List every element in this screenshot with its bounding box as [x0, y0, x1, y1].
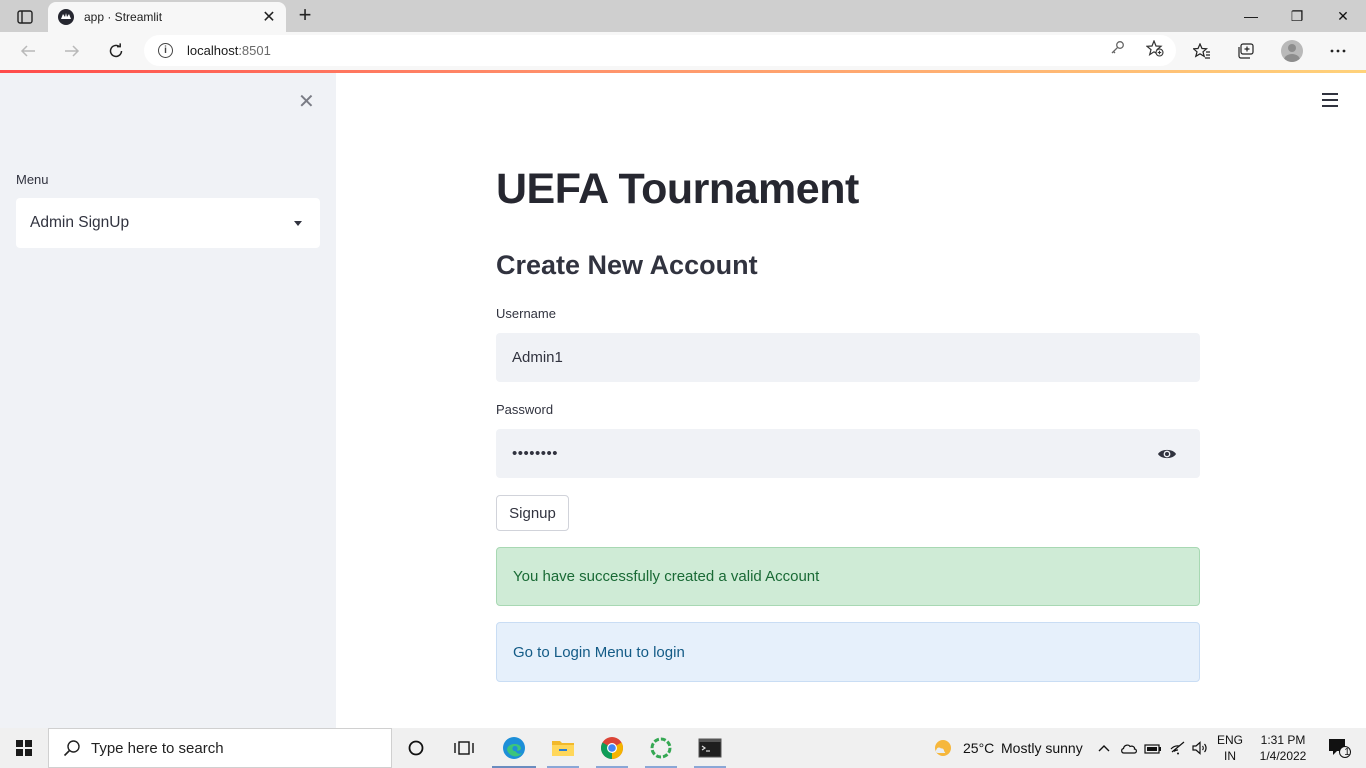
- battery-icon[interactable]: [1141, 728, 1165, 768]
- language-code: ENG: [1216, 733, 1243, 747]
- taskbar-search-box[interactable]: Type here to search: [48, 728, 392, 768]
- reload-icon[interactable]: [102, 39, 130, 63]
- language-indicator[interactable]: ENG IN: [1214, 732, 1246, 764]
- cortana-icon[interactable]: [392, 728, 440, 768]
- restore-button[interactable]: ❐: [1274, 0, 1320, 32]
- taskbar: Type here to search 25°C Mostly sunny EN…: [0, 728, 1366, 768]
- signup-button[interactable]: Signup: [496, 495, 569, 531]
- language-region: IN: [1224, 749, 1236, 763]
- username-value: Admin1: [512, 349, 563, 366]
- profile-avatar[interactable]: [1277, 39, 1307, 63]
- more-options-icon[interactable]: [1323, 39, 1353, 63]
- tab-actions-icon[interactable]: [8, 6, 42, 28]
- chevron-up-icon[interactable]: [1094, 728, 1114, 768]
- windows-logo-icon: [16, 740, 32, 756]
- window-close-button[interactable]: ✕: [1320, 0, 1366, 32]
- section-title: Create New Account: [496, 250, 758, 280]
- success-alert: You have successfully created a valid Ac…: [496, 547, 1200, 606]
- add-favorite-icon[interactable]: [1145, 39, 1164, 61]
- search-placeholder: Type here to search: [91, 739, 224, 757]
- collections-icon[interactable]: [1231, 39, 1261, 63]
- search-icon: [63, 740, 80, 757]
- tab-close-icon[interactable]: ✕: [260, 7, 278, 27]
- edge-browser-icon[interactable]: [490, 728, 538, 768]
- main-content: UEFA Tournament Create New Account Usern…: [336, 73, 1366, 728]
- task-view-icon[interactable]: [440, 728, 488, 768]
- key-icon[interactable]: [1110, 40, 1125, 59]
- notification-center-icon[interactable]: 1: [1316, 728, 1362, 768]
- page-title: UEFA Tournament: [496, 165, 859, 213]
- minimize-button[interactable]: —: [1228, 0, 1274, 32]
- clock-date: 1/4/2022: [1259, 749, 1307, 763]
- browser-tab-bar: app · Streamlit ✕ + — ❐ ✕: [0, 0, 1366, 32]
- password-label: Password: [496, 402, 554, 417]
- password-value: ••••••••: [512, 445, 559, 462]
- tab-title: app · Streamlit: [84, 10, 163, 24]
- info-alert: Go to Login Menu to login: [496, 622, 1200, 682]
- notification-count: 1: [1344, 747, 1350, 758]
- username-label: Username: [496, 306, 556, 321]
- app-green-circle-icon[interactable]: [637, 728, 685, 768]
- info-message: Go to Login Menu to login: [513, 643, 685, 661]
- success-message: You have successfully created a valid Ac…: [513, 568, 820, 585]
- password-field[interactable]: ••••••••: [496, 429, 1200, 478]
- menu-selectbox[interactable]: Admin SignUp: [16, 198, 320, 248]
- volume-icon[interactable]: [1189, 728, 1213, 768]
- sidebar-close-icon[interactable]: ✕: [298, 89, 315, 114]
- site-info-icon[interactable]: i: [158, 43, 173, 58]
- forward-arrow-icon[interactable]: [58, 39, 86, 63]
- streamlit-favicon-icon: [58, 9, 74, 25]
- clock[interactable]: 1:31 PM 1/4/2022: [1252, 732, 1314, 764]
- weather-description: Mostly sunny: [1001, 740, 1083, 756]
- chrome-icon[interactable]: [588, 728, 636, 768]
- weather-temperature: 25°C: [963, 740, 995, 756]
- onedrive-cloud-icon[interactable]: [1117, 728, 1141, 768]
- address-bar[interactable]: i localhost:8501: [144, 35, 1176, 66]
- browser-nav-bar: i localhost:8501: [0, 32, 1366, 70]
- new-tab-button[interactable]: +: [292, 4, 318, 28]
- url-text: localhost:8501: [187, 43, 271, 58]
- weather-sun-icon[interactable]: [920, 728, 966, 768]
- menu-label: Menu: [16, 172, 49, 187]
- sidebar: ✕ Menu Admin SignUp: [0, 73, 336, 728]
- chevron-down-icon: [294, 220, 302, 226]
- windows-start-button[interactable]: [0, 728, 48, 768]
- eye-icon[interactable]: [1156, 443, 1178, 465]
- wifi-icon[interactable]: [1166, 728, 1190, 768]
- clock-time: 1:31 PM: [1260, 733, 1306, 747]
- terminal-icon[interactable]: [686, 728, 734, 768]
- hamburger-icon[interactable]: [1322, 93, 1338, 107]
- menu-selected-value: Admin SignUp: [30, 214, 130, 231]
- favorites-icon[interactable]: [1187, 39, 1217, 63]
- back-arrow-icon[interactable]: [14, 39, 42, 63]
- browser-tab[interactable]: app · Streamlit ✕: [48, 2, 286, 32]
- username-field[interactable]: Admin1: [496, 333, 1200, 382]
- file-explorer-icon[interactable]: [539, 728, 587, 768]
